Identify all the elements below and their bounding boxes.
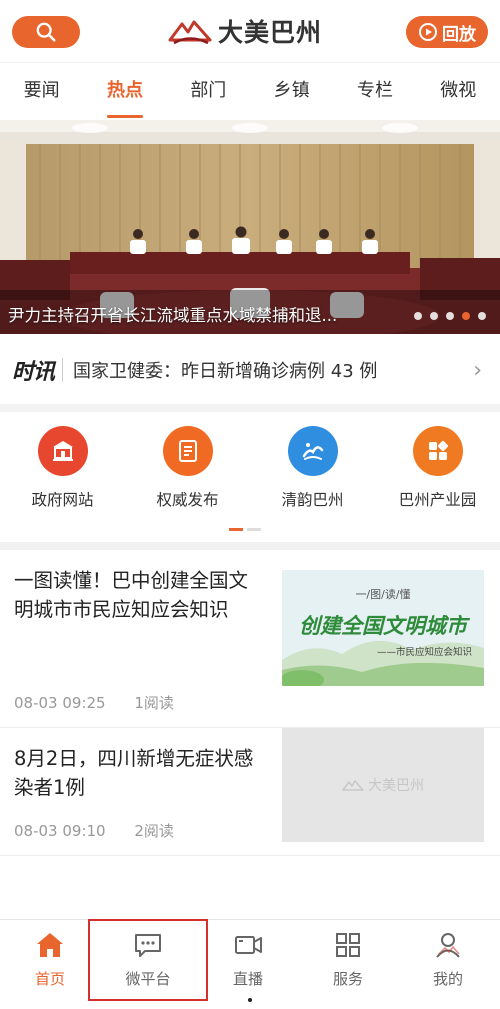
nav-services[interactable]: 服务: [298, 930, 398, 989]
thumb-headline: 创建全国文明城市: [299, 614, 467, 638]
banner-carousel[interactable]: 尹力主持召开省长江流域重点水域禁捕和退...: [0, 120, 500, 334]
tab-weishi[interactable]: 微视: [417, 63, 500, 120]
user-icon: [436, 933, 460, 958]
nav-live[interactable]: 直播: [198, 930, 298, 989]
news-item[interactable]: 一图读懂！巴中创建全国文明城市市民应知应会知识 08-03 09:25 1阅读 …: [0, 550, 500, 728]
thumb-kicker: 一/图/读/懂: [355, 588, 411, 601]
nav-profile[interactable]: 我的: [398, 930, 498, 989]
carousel-dot[interactable]: [446, 312, 454, 320]
app-header: 大美巴州 回放: [0, 0, 500, 62]
video-camera-icon: [235, 936, 262, 954]
quick-link-industrial-park[interactable]: 巴州产业园: [375, 426, 500, 510]
mountain-logo-icon: [168, 20, 212, 45]
channel-tabs: 要闻 热点 部门 乡镇 专栏 微视: [0, 62, 500, 120]
quick-links: 政府网站 权威发布 清韵巴州 巴州产业园: [0, 412, 500, 540]
logo-text: 大美巴州: [218, 18, 323, 47]
tab-yaowen[interactable]: 要闻: [0, 63, 83, 120]
tab-xiangzhen[interactable]: 乡镇: [250, 63, 333, 120]
quick-link-label: 巴州产业园: [398, 491, 477, 509]
replay-button[interactable]: 回放: [406, 16, 488, 48]
carousel-dot-active[interactable]: [462, 312, 470, 320]
home-icon: [37, 933, 63, 957]
quick-link-label: 政府网站: [31, 491, 94, 509]
flash-news-bar[interactable]: 时讯 国家卫健委：昨日新增确诊病例 43 例 ›: [0, 338, 500, 402]
quick-link-label: 权威发布: [156, 491, 219, 509]
highlight-annotation-box: [88, 919, 208, 1001]
replay-label: 回放: [442, 24, 476, 45]
news-read-count: 1阅读: [134, 694, 174, 712]
landscape-logo-icon: [287, 426, 338, 476]
nav-label: 我的: [432, 970, 463, 988]
news-meta: 08-03 09:10 2阅读: [14, 820, 198, 841]
app-logo: 大美巴州: [168, 12, 322, 50]
search-icon: [36, 22, 56, 42]
quick-links-page-indicator: [229, 528, 261, 531]
banner-caption[interactable]: 尹力主持召开省长江流域重点水域禁捕和退...: [8, 302, 388, 326]
carousel-dot[interactable]: [414, 312, 422, 320]
divider: [62, 358, 64, 382]
quick-link-government-site[interactable]: 政府网站: [0, 426, 125, 510]
document-icon: [162, 426, 213, 476]
grid-icon: [336, 933, 360, 957]
tab-bumen[interactable]: 部门: [167, 63, 250, 120]
flash-news-brand: 时讯: [12, 360, 55, 385]
quick-link-label: 清韵巴州: [281, 491, 344, 509]
nav-label: 服务: [332, 970, 363, 988]
grid-blocks-icon: [412, 426, 463, 476]
news-thumbnail-placeholder[interactable]: 大美巴州: [282, 728, 484, 842]
quick-link-official-release[interactable]: 权威发布: [125, 426, 250, 510]
nav-label: 首页: [34, 970, 65, 988]
news-time: 08-03 09:10: [14, 822, 106, 840]
mountain-logo-icon: [342, 780, 364, 791]
news-time: 08-03 09:25: [14, 694, 106, 712]
chevron-right-icon[interactable]: ›: [473, 358, 482, 383]
nav-label: 直播: [232, 970, 263, 988]
news-title[interactable]: 一图读懂！巴中创建全国文明城市市民应知应会知识: [14, 566, 266, 624]
flash-news-text[interactable]: 国家卫健委：昨日新增确诊病例 43 例: [73, 357, 473, 383]
home-indicator: [248, 998, 252, 1002]
placeholder-logo-text: 大美巴州: [368, 778, 424, 794]
search-button[interactable]: [12, 16, 80, 48]
carousel-dot[interactable]: [478, 312, 486, 320]
news-thumbnail[interactable]: 一/图/读/懂 创建全国文明城市 ——市民应知应会知识: [282, 570, 484, 686]
news-meta: 08-03 09:25 1阅读: [14, 692, 198, 713]
quick-link-qingyun-bazhou[interactable]: 清韵巴州: [250, 426, 375, 510]
news-item[interactable]: 8月2日，四川新增无症状感染者1例 08-03 09:10 2阅读 大美巴州: [0, 728, 500, 856]
nav-home[interactable]: 首页: [0, 930, 100, 989]
carousel-dot[interactable]: [430, 312, 438, 320]
section-divider: [0, 542, 500, 550]
replay-icon: [419, 23, 437, 41]
news-title[interactable]: 8月2日，四川新增无症状感染者1例: [14, 744, 266, 802]
section-divider: [0, 404, 500, 412]
tab-redian[interactable]: 热点: [83, 63, 166, 120]
bottom-navigation: 首页 微平台 直播 服务 我的: [0, 919, 500, 1009]
tab-zhuanlan[interactable]: 专栏: [333, 63, 416, 120]
news-read-count: 2阅读: [134, 822, 174, 840]
thumb-subtitle: ——市民应知应会知识: [376, 647, 472, 658]
carousel-dots: [414, 312, 486, 320]
government-building-icon: [37, 426, 88, 476]
